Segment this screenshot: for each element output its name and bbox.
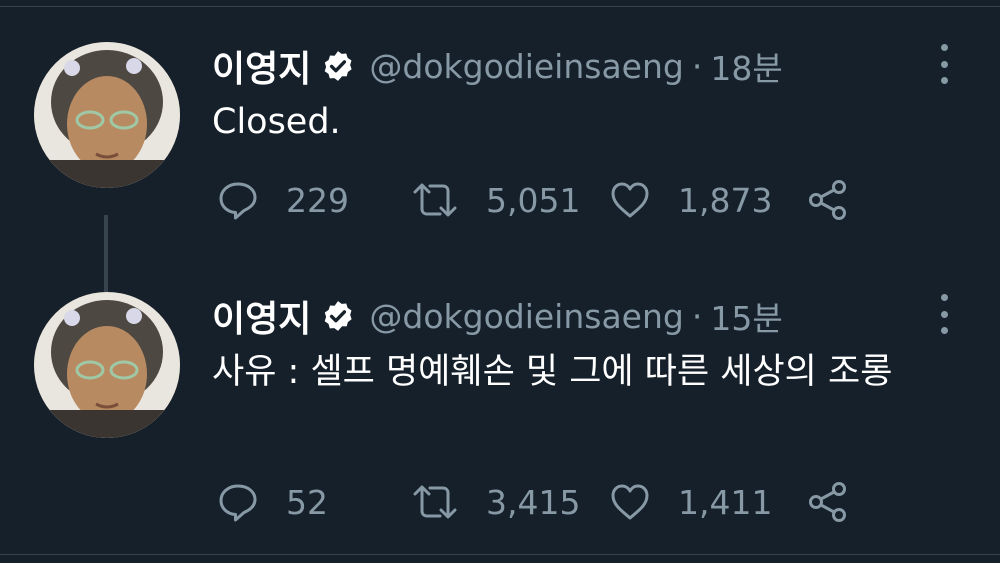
verified-badge-icon bbox=[325, 51, 352, 81]
like-button[interactable]: 1,411 bbox=[608, 480, 772, 524]
avatar-image bbox=[34, 292, 180, 438]
retweet-count: 3,415 bbox=[486, 482, 581, 522]
more-vertical-icon[interactable] bbox=[937, 44, 951, 84]
share-button[interactable] bbox=[806, 480, 850, 524]
tweet[interactable]: 이영지 @dokgodieinsaeng · 18분 Closed. 229 5… bbox=[0, 18, 1000, 299]
more-vertical-icon[interactable] bbox=[937, 294, 951, 334]
retweet-button[interactable]: 5,051 bbox=[410, 178, 580, 222]
display-name[interactable]: 이영지 bbox=[212, 290, 311, 342]
retweet-button[interactable]: 3,415 bbox=[410, 480, 580, 524]
tweet-actions: 229 5,051 1,873 bbox=[0, 178, 1000, 222]
top-divider bbox=[0, 6, 1000, 7]
like-count: 1,411 bbox=[678, 482, 773, 522]
avatar-image bbox=[34, 42, 180, 188]
separator-dot: · bbox=[691, 46, 703, 86]
like-count: 1,873 bbox=[678, 180, 773, 220]
user-handle[interactable]: @dokgodieinsaeng bbox=[369, 297, 683, 336]
tweet-header: 이영지 @dokgodieinsaeng · 18분 bbox=[212, 40, 783, 92]
bottom-divider bbox=[0, 554, 1000, 555]
avatar[interactable] bbox=[34, 292, 180, 438]
reply-count: 229 bbox=[286, 180, 349, 220]
reply-button[interactable]: 52 bbox=[216, 480, 328, 524]
reply-button[interactable]: 229 bbox=[216, 178, 349, 222]
user-handle[interactable]: @dokgodieinsaeng bbox=[369, 47, 683, 86]
reply-icon bbox=[219, 484, 257, 522]
retweet-count: 5,051 bbox=[486, 180, 581, 220]
separator-dot: · bbox=[691, 296, 703, 336]
heart-icon bbox=[611, 484, 649, 520]
retweet-icon bbox=[413, 485, 457, 519]
timestamp[interactable]: 15분 bbox=[710, 292, 782, 340]
reply-count: 52 bbox=[286, 482, 328, 522]
timestamp[interactable]: 18분 bbox=[710, 42, 782, 90]
share-button[interactable] bbox=[806, 178, 850, 222]
display-name[interactable]: 이영지 bbox=[212, 40, 311, 92]
avatar[interactable] bbox=[34, 42, 180, 188]
reply-icon bbox=[219, 182, 257, 220]
heart-icon bbox=[611, 182, 649, 218]
tweet-text: 사유 : 셀프 명예훼손 및 그에 따른 세상의 조롱 bbox=[212, 352, 893, 392]
tweet-header: 이영지 @dokgodieinsaeng · 15분 bbox=[212, 290, 783, 342]
tweet-text: Closed. bbox=[212, 102, 341, 142]
share-icon bbox=[809, 482, 846, 522]
tweet-actions: 52 3,415 1,411 bbox=[0, 480, 1000, 524]
verified-badge-icon bbox=[325, 301, 352, 331]
tweet[interactable]: 이영지 @dokgodieinsaeng · 15분 사유 : 셀프 명예훼손 … bbox=[0, 268, 1000, 528]
retweet-icon bbox=[413, 183, 457, 217]
share-icon bbox=[809, 180, 846, 220]
like-button[interactable]: 1,873 bbox=[608, 178, 772, 222]
